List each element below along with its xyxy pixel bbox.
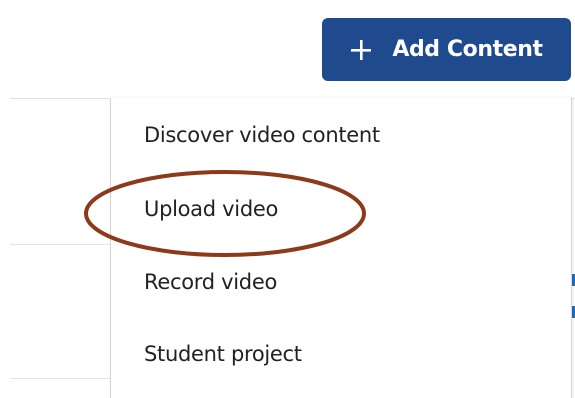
row-divider [10, 378, 110, 379]
menu-item-upload-video[interactable]: Upload video [144, 191, 278, 227]
menu-item-student-project[interactable]: Student project [144, 336, 302, 372]
add-content-menu: Discover video content Upload video Reco… [110, 98, 572, 398]
add-content-label: Add Content [392, 37, 543, 62]
add-content-button[interactable]: Add Content [322, 18, 571, 81]
plus-icon [350, 39, 372, 61]
menu-item-record-video[interactable]: Record video [144, 264, 277, 300]
row-divider [10, 244, 110, 245]
menu-item-discover-video-content[interactable]: Discover video content [144, 117, 380, 153]
